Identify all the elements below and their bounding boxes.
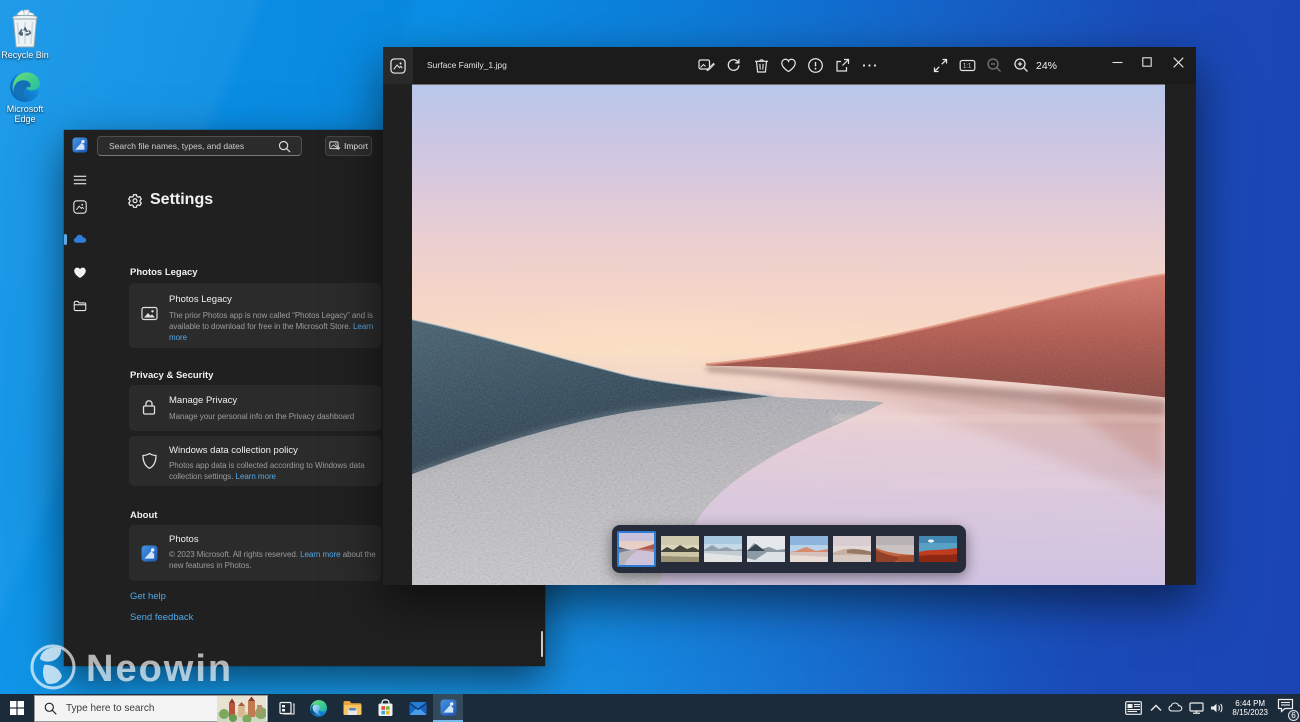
svg-text:1:1: 1:1 — [963, 64, 972, 70]
svg-text:Neowin: Neowin — [86, 648, 233, 690]
